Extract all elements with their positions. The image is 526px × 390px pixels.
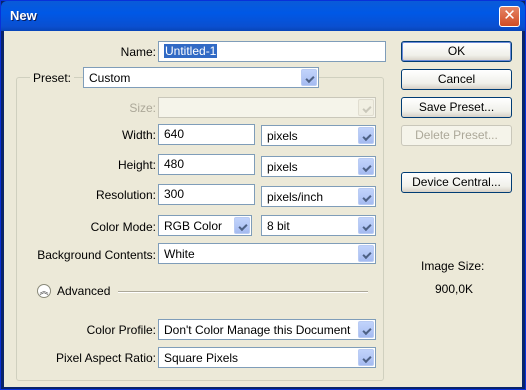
bit-depth-select[interactable]: 8 bit [261,215,376,236]
close-icon[interactable]: ✕ [499,6,520,27]
width-value: 640 [164,127,185,141]
chevron-down-icon[interactable] [358,321,374,338]
width-unit-value: pixels [267,129,298,143]
height-input[interactable]: 480 [158,154,255,175]
advanced-divider [118,291,368,293]
image-size-value: 900,0K [435,282,474,296]
dialog-body: Name: Untitled-1 Preset: Custom Size: Wi… [4,31,522,387]
window-title: New [10,8,37,23]
width-unit-select[interactable]: pixels [261,125,376,146]
chevron-down-icon[interactable] [358,349,374,366]
pixel-aspect-ratio-label: Pixel Aspect Ratio: [55,351,156,365]
preset-label: Preset: [30,71,75,85]
resolution-value: 300 [164,187,185,201]
ok-button[interactable]: OK [401,41,512,62]
size-label: Size: [129,101,156,115]
color-mode-select[interactable]: RGB Color [158,215,252,236]
color-mode-label: Color Mode: [90,220,156,234]
resolution-label: Resolution: [95,188,156,202]
color-profile-value: Don't Color Manage this Document [164,323,351,337]
chevron-down-icon[interactable] [301,69,317,86]
chevron-down-icon[interactable] [358,127,374,144]
chevron-down-icon [358,99,374,116]
color-profile-select[interactable]: Don't Color Manage this Document [158,319,376,340]
name-input[interactable]: Untitled-1 [158,41,386,62]
resolution-input[interactable]: 300 [158,184,255,205]
height-unit-value: pixels [267,160,298,174]
cancel-button[interactable]: Cancel [401,69,512,90]
chevron-down-icon[interactable] [358,158,374,175]
background-contents-label: Background Contents: [37,248,156,262]
chevron-down-icon[interactable] [358,217,374,234]
height-label: Height: [117,158,156,172]
chevron-down-icon[interactable] [358,188,374,205]
image-size-label: Image Size: [421,259,485,273]
delete-preset-button[interactable]: Delete Preset... [401,125,512,146]
bit-depth-value: 8 bit [267,219,290,233]
background-contents-value: White [164,247,195,261]
color-mode-value: RGB Color [164,219,223,233]
device-central-button[interactable]: Device Central... [401,172,512,193]
width-input[interactable]: 640 [158,124,255,145]
color-profile-label: Color Profile: [86,323,156,337]
new-document-dialog: New ✕ Name: Untitled-1 Preset: Custom Si… [0,0,526,390]
pixel-aspect-ratio-value: Square Pixels [164,351,239,365]
advanced-label[interactable]: Advanced [57,284,110,298]
pixel-aspect-ratio-select[interactable]: Square Pixels [158,347,376,368]
title-bar[interactable]: New ✕ [1,1,525,31]
preset-value: Custom [89,71,131,85]
background-contents-select[interactable]: White [158,243,376,264]
resolution-unit-value: pixels/inch [267,190,324,204]
preset-select[interactable]: Custom [83,67,319,88]
height-unit-select[interactable]: pixels [261,156,376,177]
height-value: 480 [164,157,185,171]
size-select[interactable] [158,97,376,118]
width-label: Width: [121,128,156,142]
chevron-down-icon[interactable] [358,245,374,262]
chevron-down-icon[interactable] [234,217,250,234]
name-label: Name: [120,45,156,59]
collapse-advanced-icon[interactable]: ︽ [37,284,51,298]
resolution-unit-select[interactable]: pixels/inch [261,186,376,207]
save-preset-button[interactable]: Save Preset... [401,97,512,118]
name-value: Untitled-1 [164,44,218,58]
